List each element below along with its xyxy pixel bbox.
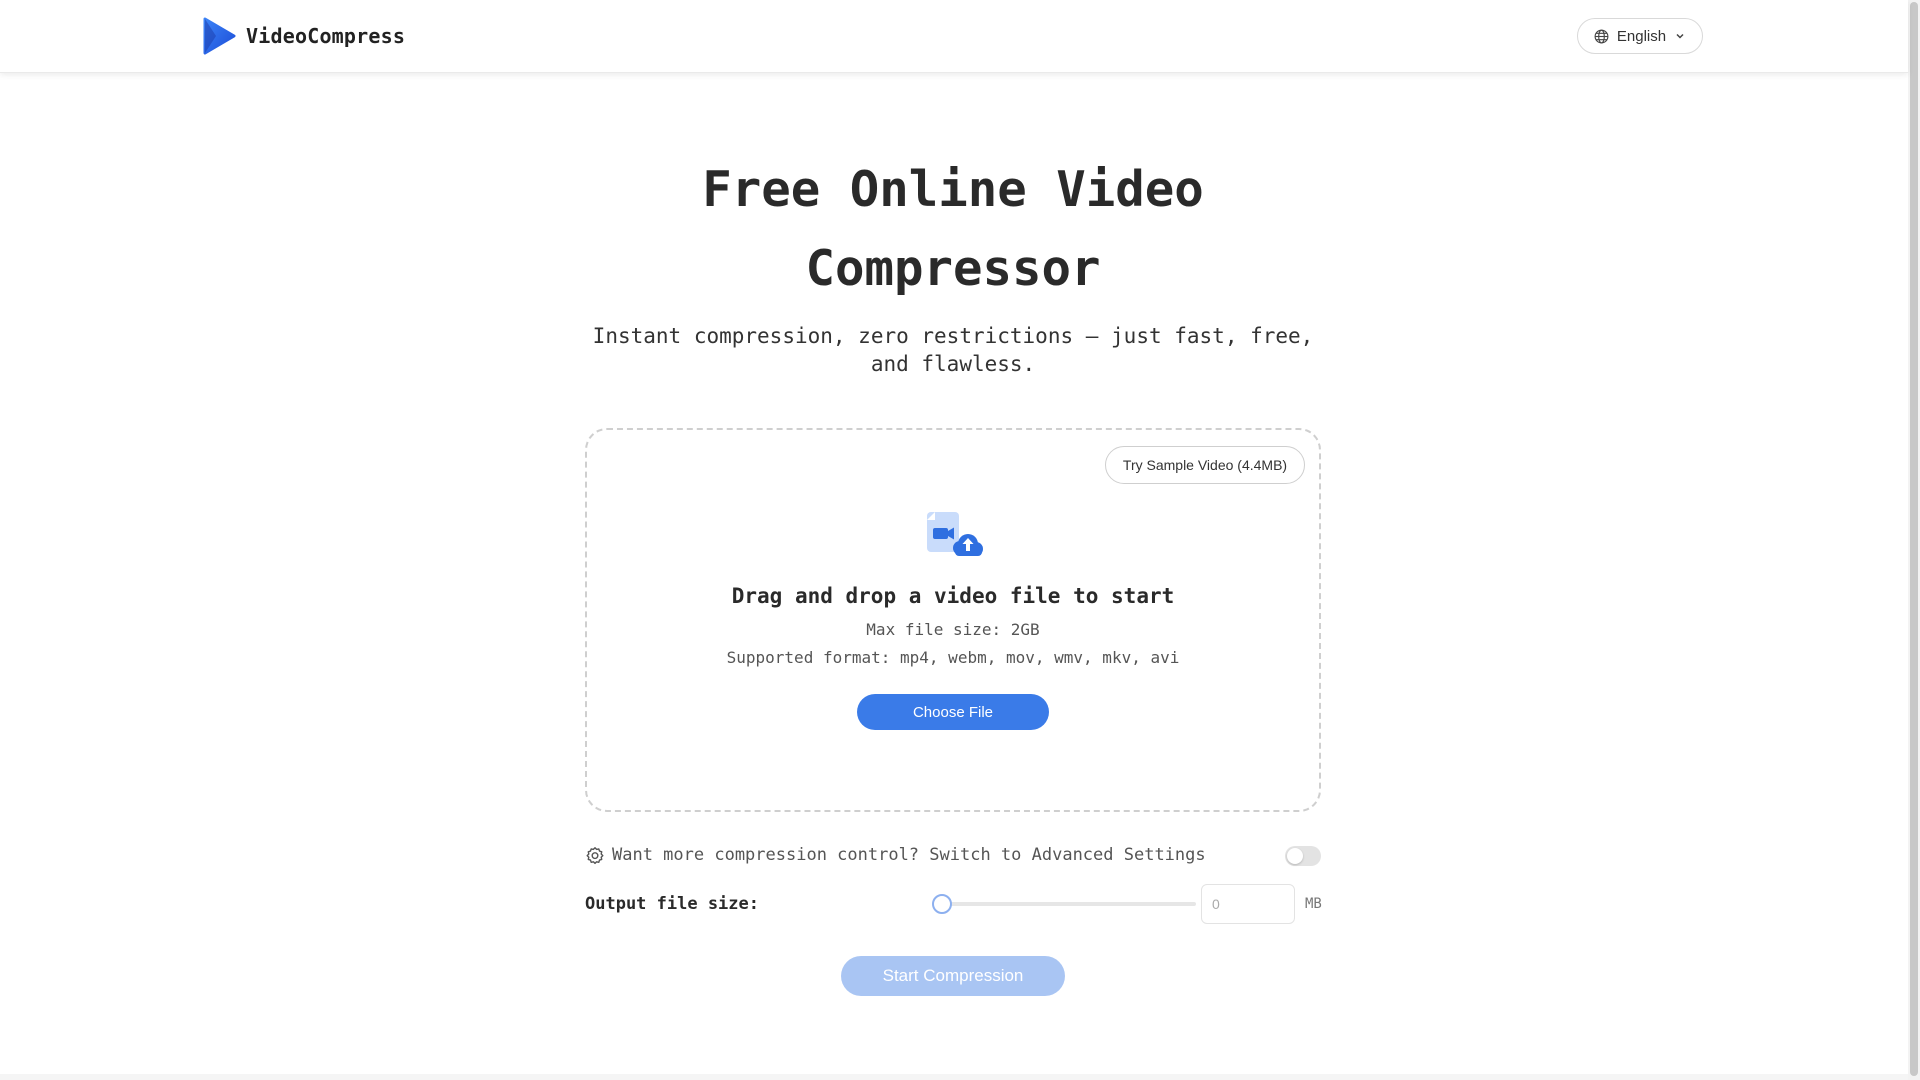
brand-name: VideoCompress <box>246 24 406 48</box>
output-size-input[interactable] <box>1201 884 1295 924</box>
output-size-row: Output file size: MB <box>585 884 1322 924</box>
advanced-settings-toggle[interactable] <box>1285 846 1321 866</box>
page-bottom-divider <box>0 1074 1908 1080</box>
advanced-settings-text: Want more compression control? Switch to… <box>612 845 1206 865</box>
globe-icon <box>1594 29 1609 43</box>
size-unit-label: MB <box>1305 896 1322 912</box>
gear-icon <box>586 847 604 865</box>
max-file-size-text: Max file size: 2GB <box>866 620 1040 639</box>
play-logo-icon <box>203 17 236 55</box>
page-title: Free Online Video Compressor <box>702 161 1204 297</box>
video-upload-icon <box>927 512 983 556</box>
output-size-label: Output file size: <box>585 894 759 914</box>
page-subtitle: Instant compression, zero restrictions —… <box>592 324 1314 376</box>
start-compression-button[interactable]: Start Compression <box>841 956 1065 996</box>
advanced-settings-row: Want more compression control? Switch to… <box>585 842 1321 870</box>
brand-logo-link[interactable]: VideoCompress <box>202 17 405 55</box>
output-size-slider-handle[interactable] <box>932 894 952 914</box>
dropzone-title: Drag and drop a video file to start <box>731 584 1175 608</box>
page-scrollbar[interactable] <box>1908 0 1920 1080</box>
top-header: VideoCompress English <box>0 0 1908 73</box>
output-size-slider-track[interactable] <box>942 902 1196 906</box>
language-label: English <box>1616 27 1667 45</box>
choose-file-button[interactable]: Choose File <box>857 694 1049 730</box>
scrollbar-thumb[interactable] <box>1910 2 1918 1076</box>
chevron-down-icon <box>1676 33 1684 39</box>
supported-formats-text: Supported format: mp4, webm, mov, wmv, m… <box>726 648 1180 667</box>
toggle-knob <box>1287 848 1303 864</box>
language-select[interactable]: English <box>1577 18 1703 54</box>
file-dropzone[interactable]: Try Sample Video (4.4MB) Drag and drop a… <box>585 428 1321 812</box>
try-sample-video-button[interactable]: Try Sample Video (4.4MB) <box>1105 446 1305 484</box>
